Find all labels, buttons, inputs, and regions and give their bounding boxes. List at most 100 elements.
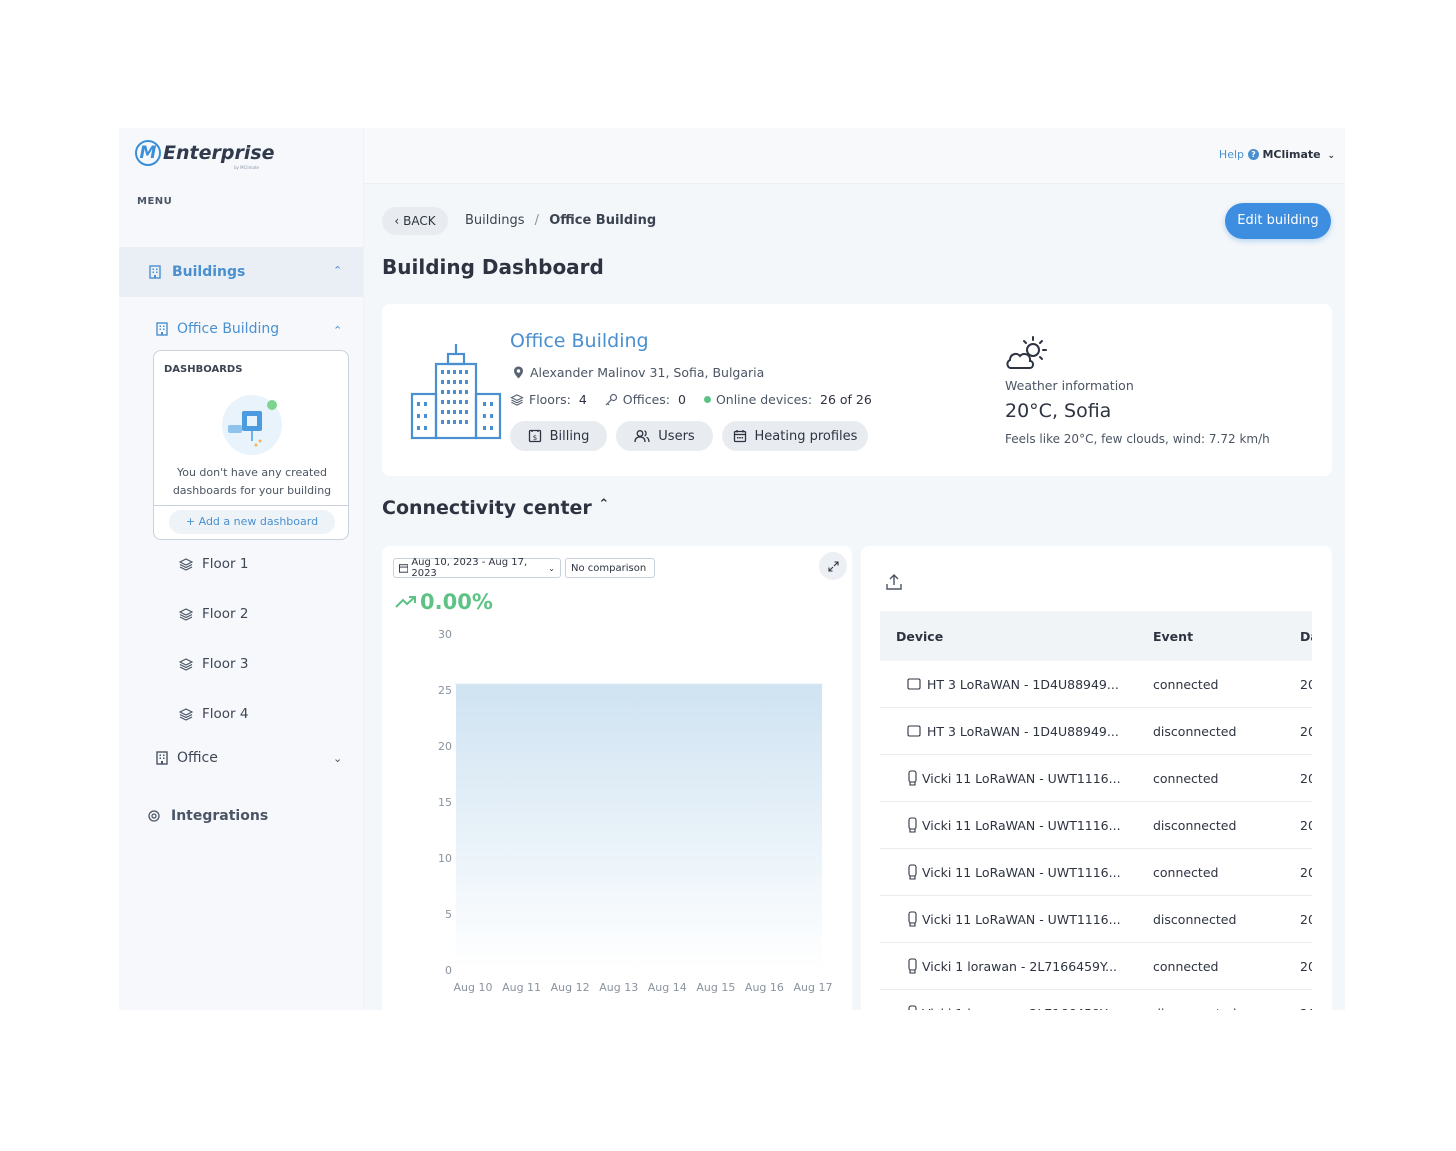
key-icon [605,393,617,406]
table-row[interactable]: HT 3 LoRaWAN - 1D4U88949... connected 20 [880,661,1312,708]
sidebar-item-floor-1[interactable]: Floor 1 [179,556,248,572]
sidebar-item-buildings[interactable]: Buildings ⌃ [119,247,363,297]
x-tick-label: Aug 12 [551,981,590,994]
sidebar-item-floor-2[interactable]: Floor 2 [179,606,248,622]
table-row[interactable]: Vicki 1 lorawan - 2L7166459Y... disconnec… [880,990,1312,1010]
event-cell: connected [1153,864,1219,880]
column-event[interactable]: Event [1153,629,1193,644]
offices-stat: Offices: 0 [605,392,686,407]
y-tick-label: 20 [438,740,452,753]
users-icon [634,430,650,443]
y-tick-label: 5 [445,908,452,921]
x-axis: Aug 10 Aug 11 Aug 12 Aug 13 Aug 14 Aug 15 Aug … [454,981,833,994]
trend-up-icon [395,596,416,608]
data-point [612,683,614,686]
column-device[interactable]: Device [896,629,943,644]
connectivity-area-chart: 051015202530 Aug 10 Aug 11 Aug 12 Aug 13 Aug… [438,628,833,994]
add-dashboard-button[interactable]: + Add a new dashboard [169,510,335,534]
user-name: MClimate [1262,148,1321,161]
table-row[interactable]: Vicki 11 LoRaWAN - UWT1116... disconnecte… [880,896,1312,943]
table-row[interactable]: Vicki 1 lorawan - 2L7166459Y... connected… [880,943,1312,990]
weather-label: Weather information [1005,378,1134,393]
date-cell: 20 [1300,864,1312,880]
dashboards-title: DASHBOARDS [164,364,243,375]
dashboards-empty-message: You don't have any created dashboards fo… [154,464,350,500]
valve-icon [908,1005,917,1010]
layers-icon [510,394,524,406]
chevron-up-icon[interactable]: ⌃ [333,264,342,277]
sidebar-item-floor-3[interactable]: Floor 3 [179,656,248,672]
layers-icon [179,708,193,721]
valve-icon [908,770,917,786]
x-tick-label: Aug 13 [599,981,638,994]
building-icon [156,322,168,336]
date-range-picker[interactable]: Aug 10, 2023 - Aug 17, 2023 ⌄ [393,557,561,579]
device-name: HT 3 LoRaWAN - 1D4U88949... [927,723,1119,739]
event-cell: connected [1153,676,1219,692]
billing-button[interactable]: $ Billing [510,421,607,451]
sidebar-item-office-building[interactable]: Office Building [155,321,279,337]
date-cell: 20 [1300,723,1312,739]
dashboards-panel: DASHBOARDS You don't have any created da… [153,350,349,540]
sidebar-item-floor-4[interactable]: Floor 4 [179,706,248,722]
breadcrumb-buildings[interactable]: Buildings [465,213,525,228]
topbar: Help ? MClimate ⌄ [364,128,1345,184]
expand-icon [827,560,839,572]
table-row[interactable]: HT 3 LoRaWAN - 1D4U88949... disconnected 2… [880,708,1312,755]
change-percentage: 0.00% [395,590,493,614]
events-table-card: Device Event Da HT 3 LoRaWAN - 1D4U88949… [861,546,1332,1010]
dashboard-illustration [222,395,282,455]
building-icon [149,265,161,279]
sidebar-item-office[interactable]: Office [155,750,218,766]
valve-icon [908,817,917,833]
heating-profiles-button[interactable]: Heating profiles [722,421,868,451]
table-row[interactable]: Vicki 11 LoRaWAN - UWT1116... connected 20 [880,755,1312,802]
device-name: Vicki 1 lorawan - 2L7166459Y... [922,1006,1117,1011]
map-pin-icon [514,366,523,379]
table-row[interactable]: Vicki 11 LoRaWAN - UWT1116... connected 20 [880,849,1312,896]
date-cell: 20 [1300,817,1312,833]
help-link[interactable]: Help ? [1219,148,1259,161]
building-name[interactable]: Office Building [510,330,649,352]
comparison-select[interactable]: No comparison [565,558,655,578]
event-cell: disconnected [1153,817,1237,833]
date-range-value: Aug 10, 2023 - Aug 17, 2023 [411,557,528,579]
breadcrumb-separator: / [534,213,540,228]
column-date[interactable]: Da [1300,629,1312,644]
change-value: 0.00% [420,590,493,614]
building-illustration-icon [410,344,502,440]
thermostat-icon [907,725,921,737]
logo[interactable]: M Enterprise [135,140,275,166]
user-menu[interactable]: MClimate ⌄ [1262,148,1335,161]
device-cell: Vicki 11 LoRaWAN - UWT1116... [907,911,1121,927]
y-axis: 0 5 10 15 20 25 30 [438,628,452,977]
back-button[interactable]: ‹ BACK [382,207,448,235]
users-button[interactable]: Users [616,421,713,451]
expand-button[interactable] [819,552,847,580]
y-tick-label: 30 [438,628,452,641]
table-row[interactable]: Vicki 11 LoRaWAN - UWT1116... disconnecte… [880,802,1312,849]
floor-label: Floor 4 [202,706,249,722]
connectivity-center-title[interactable]: Connectivity center ⌃ [382,497,609,519]
sidebar-item-label: Office [177,750,218,766]
building-stats: Floors: 4 Offices: 0 Online devices: 26 … [510,392,890,407]
chevron-up-icon[interactable]: ⌃ [333,324,342,337]
chevron-down-icon[interactable]: ⌄ [333,752,342,765]
offices-value: 0 [678,392,686,407]
x-tick-label: Aug 16 [745,981,784,994]
building-card: Office Building Alexander Malinov 31, So… [382,304,1332,476]
sidebar-item-integrations[interactable]: Integrations [147,808,268,824]
thermostat-icon [907,678,921,690]
valve-icon [908,958,917,974]
svg-text:$: $ [532,434,536,442]
comparison-value: No comparison [571,562,647,574]
data-point [716,683,719,686]
export-icon[interactable] [886,574,902,590]
event-cell: disconnected [1153,911,1237,927]
edit-building-button[interactable]: Edit building [1225,203,1331,239]
help-label: Help [1218,148,1244,161]
calendar-icon [399,564,409,573]
x-tick-label: Aug 17 [794,981,833,994]
integrations-icon [148,810,160,822]
y-tick-label: 0 [445,964,452,977]
